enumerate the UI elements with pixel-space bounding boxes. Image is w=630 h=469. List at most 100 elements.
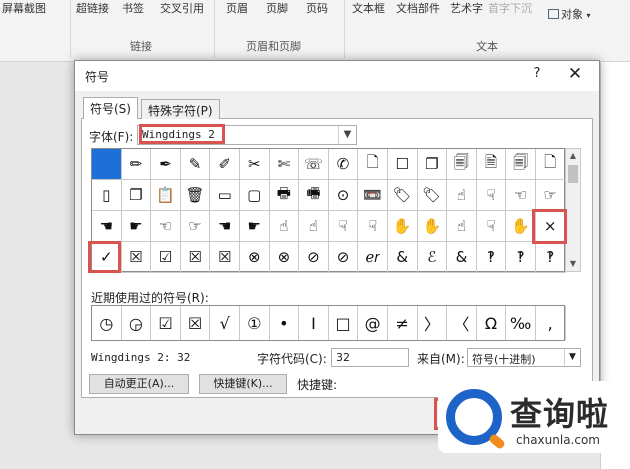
recent-symbol-cell[interactable]: √ <box>210 306 240 340</box>
recent-symbol-cell[interactable]: □ <box>329 306 359 340</box>
character-code-input[interactable]: 32 <box>331 348 409 367</box>
autocorrect-button[interactable]: 自动更正(A)... <box>89 374 189 394</box>
symbol-cell[interactable]: ☑ <box>151 242 181 273</box>
symbol-cell[interactable]: 🖷 <box>299 180 329 211</box>
symbol-cell[interactable]: ✂ <box>239 149 270 180</box>
bookmark-button[interactable]: 书签 <box>122 0 144 15</box>
symbol-cell[interactable]: ‽ <box>476 242 507 273</box>
recent-symbol-cell[interactable]: ◷ <box>92 306 122 340</box>
symbol-cell[interactable]: ✋ <box>417 211 448 242</box>
header-button[interactable]: 页眉 <box>226 0 248 15</box>
recent-symbol-cell[interactable]: ‰ <box>506 306 536 340</box>
cross-reference-button[interactable]: 交叉引用 <box>160 0 204 15</box>
recent-symbol-cell[interactable]: , <box>536 306 566 340</box>
help-icon[interactable]: ? <box>527 66 547 81</box>
hyperlink-button[interactable]: 超链接 <box>76 0 109 15</box>
symbol-cell[interactable]: ⊗ <box>269 242 300 273</box>
symbol-cell[interactable]: & <box>447 242 477 273</box>
symbol-cell[interactable]: ☟ <box>476 180 507 211</box>
symbol-cell[interactable]: ▯ <box>92 180 122 211</box>
symbol-cell[interactable]: ⊘ <box>299 242 329 273</box>
symbol-cell[interactable]: ✋ <box>387 211 418 242</box>
symbol-cell[interactable]: 🗎 <box>476 149 507 180</box>
symbol-cell[interactable]: ✆ <box>328 149 359 180</box>
tab-symbols[interactable]: 符号(S) <box>83 97 138 119</box>
symbol-cell[interactable]: 🖶 <box>269 180 300 211</box>
textbox-button[interactable]: 文本框 <box>352 0 385 15</box>
symbol-cell[interactable]: ☜ <box>506 180 536 211</box>
symbol-cell[interactable]: ☏ <box>299 149 329 180</box>
symbol-cell[interactable]: ☒ <box>121 242 152 273</box>
symbol-cell[interactable]: 🗐 <box>506 149 536 180</box>
symbol-cell[interactable]: ❐ <box>121 180 152 211</box>
symbol-cell[interactable]: ⊘ <box>328 242 359 273</box>
recent-symbol-cell[interactable]: @ <box>358 306 388 340</box>
scroll-up-icon[interactable]: ▲ <box>566 149 580 163</box>
recent-symbol-cell[interactable]: ◶ <box>122 306 152 340</box>
scroll-down-icon[interactable]: ▼ <box>566 257 580 271</box>
symbol-cell[interactable]: 🗋 <box>358 149 388 180</box>
symbol-cell[interactable]: ☚ <box>92 211 122 242</box>
symbol-cell[interactable]: ☝ <box>447 211 477 242</box>
symbol-cell[interactable]: ☛ <box>121 211 152 242</box>
page-number-button[interactable]: 页码 <box>306 0 328 15</box>
symbol-cell[interactable]: 📼 <box>358 180 388 211</box>
chevron-down-icon[interactable]: ▼ <box>564 349 580 366</box>
symbol-grid-scrollbar[interactable]: ▲ ▼ <box>565 148 581 272</box>
symbol-cell[interactable]: ⊗ <box>239 242 270 273</box>
recent-symbol-cell[interactable]: ☑ <box>151 306 181 340</box>
symbol-cell[interactable]: ‽ <box>506 242 536 273</box>
recent-symbol-cell[interactable]: • <box>270 306 300 340</box>
symbol-cell[interactable]: ✏ <box>121 149 152 180</box>
recent-symbols-list[interactable]: ◷ ◶ ☑ ☒ √ ① • I □ @ ≠ 〉〈 Ω ‰, <box>91 305 566 341</box>
symbol-cell[interactable]: ☟ <box>328 211 359 242</box>
symbol-cell[interactable]: ☜ <box>151 211 181 242</box>
symbol-cell[interactable]: ☝ <box>269 211 300 242</box>
symbol-grid[interactable]: ✏ ✒ ✎ ✐ ✂ ✄ ☏ ✆ 🗋 ☐ ❐ 🗐 🗎 🗐 🗋 ▯ ❐ 📋 🗑 ▭ ▢ 🖶 🖷 ⊙ 📼 🏷 🏷 ☝ ☟ ☜ ☞ ☚ ☛ ☜ ☞ ☚ ☛ ☝ ☝ ☟… <box>91 148 566 273</box>
symbol-cell[interactable]: ❐ <box>417 149 448 180</box>
symbol-cell[interactable]: ☒ <box>180 242 211 273</box>
drop-cap-button[interactable]: 首字下沉 <box>488 0 532 15</box>
symbol-cell[interactable]: ▭ <box>210 180 240 211</box>
wordart-button[interactable]: 艺术字 <box>450 0 483 15</box>
symbol-cell[interactable]: 📋 <box>151 180 181 211</box>
symbol-cell[interactable]: ▢ <box>239 180 270 211</box>
symbol-cell[interactable]: ☝ <box>299 211 329 242</box>
symbol-cell[interactable]: 🗋 <box>535 149 566 180</box>
dialog-titlebar[interactable]: 符号 ? ✕ <box>75 61 599 91</box>
shortcut-key-button[interactable]: 快捷键(K)... <box>199 374 287 394</box>
recent-symbol-cell[interactable]: ≠ <box>388 306 418 340</box>
symbol-cell[interactable]: ℰ <box>417 242 448 273</box>
symbol-cell[interactable]: 🏷 <box>417 180 448 211</box>
tab-special-characters[interactable]: 特殊字符(P) <box>141 99 220 119</box>
symbol-cell[interactable]: ℯ𝑟 <box>358 242 388 273</box>
symbol-cell[interactable]: 🗐 <box>447 149 477 180</box>
symbol-cell[interactable]: 🗑 <box>180 180 211 211</box>
symbol-cell[interactable]: ✐ <box>210 149 240 180</box>
symbol-cell[interactable] <box>92 149 122 180</box>
symbol-cell[interactable]: ‽ <box>535 242 566 273</box>
quick-parts-button[interactable]: 文档部件 <box>396 0 440 15</box>
footer-button[interactable]: 页脚 <box>266 0 288 15</box>
symbol-cell[interactable]: ☒ <box>210 242 240 273</box>
recent-symbol-cell[interactable]: 〉 <box>418 306 448 340</box>
symbol-cell[interactable]: ☟ <box>476 211 507 242</box>
recent-symbol-cell[interactable]: Ω <box>477 306 507 340</box>
chevron-down-icon[interactable]: ▼ <box>338 126 356 144</box>
symbol-cell[interactable]: ☝ <box>447 180 477 211</box>
from-select[interactable]: 符号(十进制) ▼ <box>467 348 581 367</box>
object-button[interactable]: 对象 ▾ <box>548 6 591 21</box>
recent-symbol-cell[interactable]: I <box>299 306 329 340</box>
symbol-cell[interactable]: ✄ <box>269 149 300 180</box>
symbol-cell[interactable]: & <box>387 242 418 273</box>
recent-symbol-cell[interactable]: 〈 <box>447 306 477 340</box>
symbol-cell[interactable]: ✒ <box>151 149 181 180</box>
recent-symbol-cell[interactable]: ☒ <box>181 306 211 340</box>
symbol-cell[interactable]: ☟ <box>358 211 388 242</box>
symbol-cell[interactable]: ☐ <box>387 149 418 180</box>
symbol-cell[interactable]: 🏷 <box>387 180 418 211</box>
symbol-cell[interactable]: ☞ <box>180 211 211 242</box>
symbol-cell[interactable]: ☚ <box>210 211 240 242</box>
close-icon[interactable]: ✕ <box>563 64 587 84</box>
symbol-cell[interactable]: ☛ <box>239 211 270 242</box>
